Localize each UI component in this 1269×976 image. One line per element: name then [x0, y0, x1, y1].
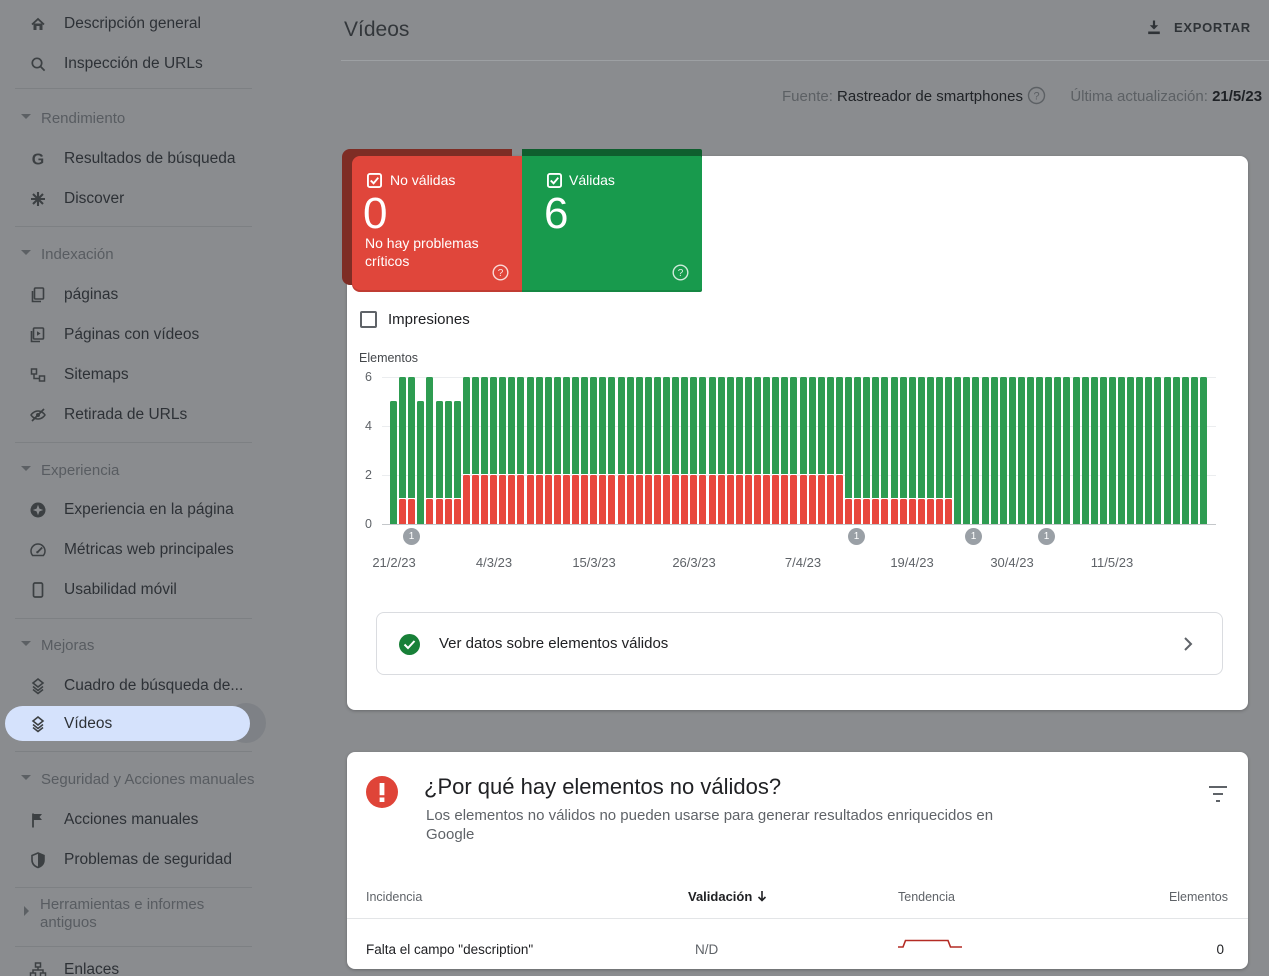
svg-text:?: ?	[1034, 91, 1040, 103]
svg-text:?: ?	[498, 268, 504, 279]
svg-text:?: ?	[678, 268, 684, 279]
